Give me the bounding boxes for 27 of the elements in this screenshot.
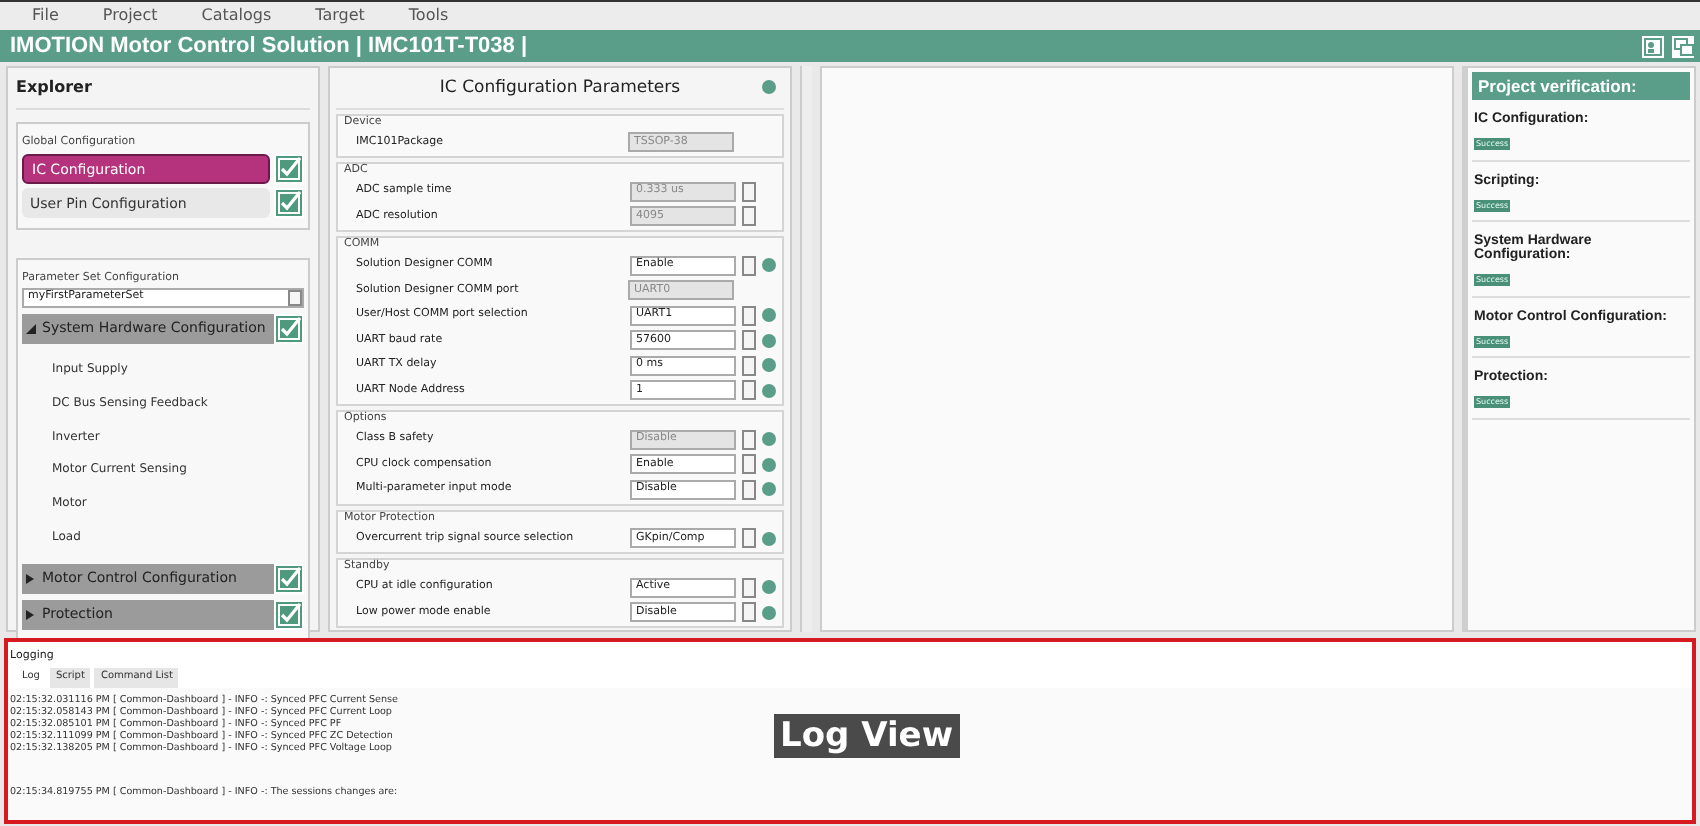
- expand-icon: [26, 573, 36, 584]
- chat-bubbles-icon[interactable]: [1670, 33, 1696, 59]
- help-icon[interactable]: [762, 457, 776, 471]
- window-title: IMOTION Motor Control Solution | IMC101T-T038 |: [10, 34, 528, 58]
- panel-title: Project verification:: [1472, 72, 1690, 100]
- help-icon[interactable]: [762, 383, 776, 397]
- scroll-bar[interactable]: [800, 66, 812, 632]
- panel-title: Explorer: [16, 72, 310, 110]
- collapse-icon: [26, 323, 36, 333]
- help-icon[interactable]: [762, 258, 776, 272]
- person-card-icon[interactable]: [1640, 33, 1666, 59]
- menu-item[interactable]: Catalogs: [201, 4, 272, 28]
- expand-icon: [26, 609, 36, 620]
- help-icon[interactable]: [762, 308, 776, 322]
- help-icon[interactable]: [762, 605, 776, 619]
- help-icon[interactable]: [762, 482, 776, 496]
- menu-item[interactable]: Tools: [408, 4, 449, 28]
- panel-title: IC Configuration Parameters: [439, 78, 681, 98]
- help-icon[interactable]: [762, 580, 776, 594]
- menu-item[interactable]: Project: [102, 4, 158, 28]
- help-icon[interactable]: [762, 531, 776, 545]
- menu-item[interactable]: File: [32, 4, 59, 28]
- callout-label: Log View: [774, 714, 960, 758]
- menu-item[interactable]: Target: [315, 4, 365, 28]
- help-icon[interactable]: [762, 358, 776, 372]
- help-icon[interactable]: [762, 80, 776, 94]
- help-icon[interactable]: [762, 333, 776, 347]
